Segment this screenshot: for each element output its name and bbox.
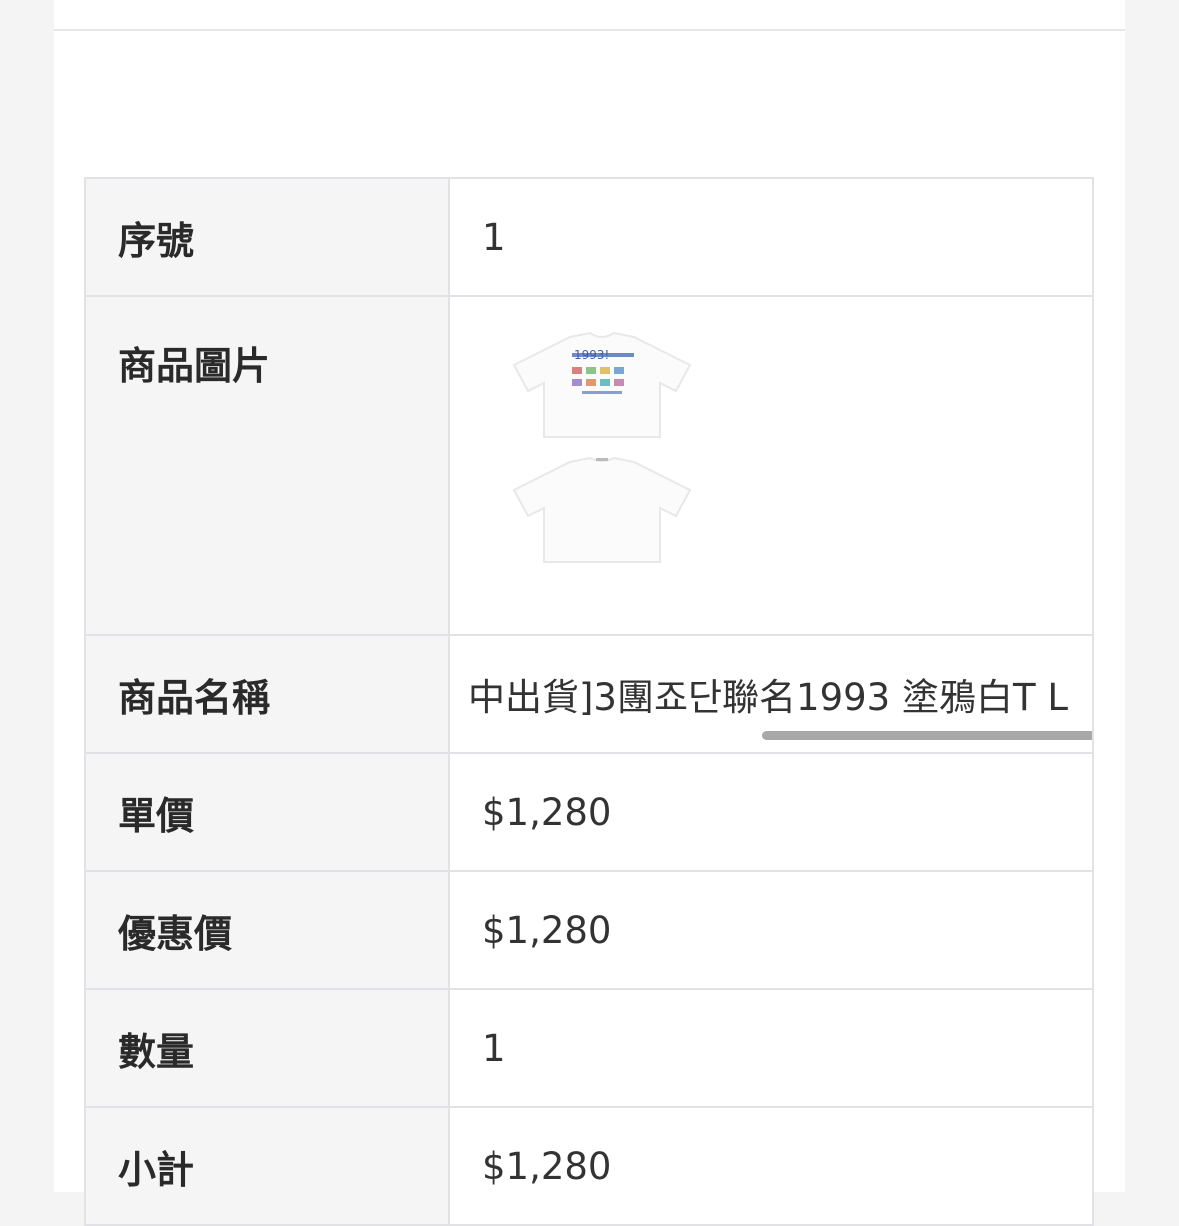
svg-text:1993!: 1993! <box>574 348 609 362</box>
row-quantity: 數量 1 <box>84 988 1094 1108</box>
index-value: 1 <box>448 177 1094 297</box>
quantity-value: 1 <box>448 988 1094 1108</box>
product-name: 中出貨]3團죠단聯名1993 塗鴉白T L <box>468 676 1068 719</box>
name-value-scroller[interactable]: 中出貨]3團죠단聯名1993 塗鴉白T L <box>448 634 1094 754</box>
unit-price-value: $1,280 <box>448 752 1094 872</box>
unit-price-label: 單價 <box>84 752 450 872</box>
subtotal-label: 小計 <box>84 1106 450 1226</box>
image-value: 1993! <box>448 295 1094 636</box>
index-label: 序號 <box>84 177 450 297</box>
sale-price-value: $1,280 <box>448 870 1094 990</box>
row-image: 商品圖片 1993! <box>84 295 1094 636</box>
tshirt-front-image[interactable]: 1993! <box>512 325 692 440</box>
tshirt-back-image[interactable] <box>512 450 692 565</box>
subtotal-value: $1,280 <box>448 1106 1094 1226</box>
image-label: 商品圖片 <box>84 295 450 636</box>
name-label: 商品名稱 <box>84 634 450 754</box>
order-item-table: 序號 1 商品圖片 1993! 商品名稱 中出貨]3團죠단聯名1993 塗鴉白T… <box>84 177 1094 1226</box>
row-unit-price: 單價 $1,280 <box>84 752 1094 872</box>
row-name: 商品名稱 中出貨]3團죠단聯名1993 塗鴉白T L <box>84 634 1094 754</box>
quantity-label: 數量 <box>84 988 450 1108</box>
top-divider <box>54 29 1125 31</box>
product-thumbnails: 1993! <box>512 325 1092 565</box>
horizontal-scrollbar[interactable] <box>762 731 1091 740</box>
row-subtotal: 小計 $1,280 <box>84 1106 1094 1226</box>
sale-price-label: 優惠價 <box>84 870 450 990</box>
row-index: 序號 1 <box>84 177 1094 297</box>
order-detail-card: 序號 1 商品圖片 1993! 商品名稱 中出貨]3團죠단聯名1993 塗鴉白T… <box>54 0 1125 1226</box>
row-sale-price: 優惠價 $1,280 <box>84 870 1094 990</box>
